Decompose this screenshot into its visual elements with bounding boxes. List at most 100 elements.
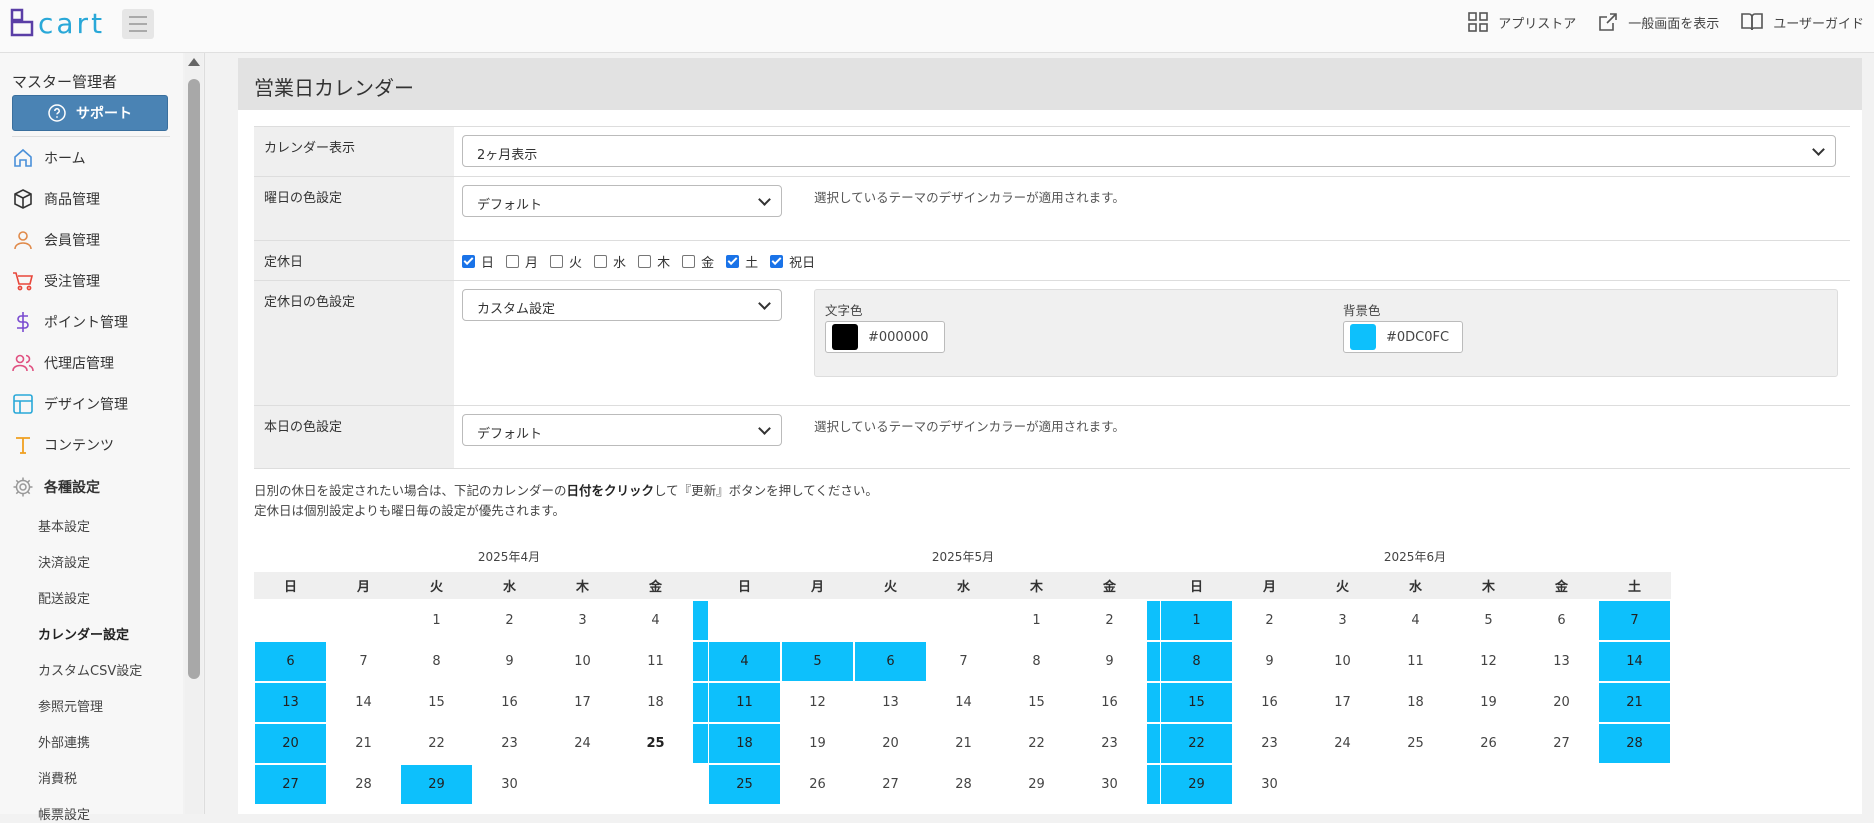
calendar-day[interactable]: 2 [1073,600,1146,641]
sidebar-subitem-calendar[interactable]: カレンダー設定 [38,624,129,643]
checkbox-monday[interactable]: 月 [506,252,538,271]
calendar-day[interactable]: 16 [1073,682,1146,723]
calendar-day[interactable]: 4 [619,600,692,641]
calendar-day[interactable]: 25 [619,723,692,764]
calendar-day[interactable]: 15 [1000,682,1073,723]
user-guide-link[interactable]: ユーザーガイド [1741,10,1864,34]
checkbox-sunday[interactable]: 日 [462,252,494,271]
calendar-day[interactable]: 1 [400,600,473,641]
calendar-day[interactable]: 1 [1000,600,1073,641]
calendar-day[interactable]: 30 [473,764,546,805]
closed-color-select[interactable]: カスタム設定 [462,289,782,321]
sidebar-item-orders[interactable]: 受注管理 [12,268,100,294]
calendar-day[interactable]: 23 [1073,723,1146,764]
calendar-day[interactable]: 2 [473,600,546,641]
calendar-day[interactable]: 7 [1598,600,1671,641]
calendar-day[interactable]: 16 [473,682,546,723]
calendar-day[interactable]: 19 [1452,682,1525,723]
calendar-day[interactable]: 11 [1379,641,1452,682]
calendar-day[interactable]: 14 [927,682,1000,723]
calendar-day[interactable]: 7 [327,641,400,682]
calendar-day[interactable]: 20 [254,723,327,764]
calendar-day[interactable]: 14 [1598,641,1671,682]
calendar-day[interactable]: 29 [1000,764,1073,805]
calendar-day[interactable]: 29 [1160,764,1233,805]
calendar-day[interactable]: 14 [327,682,400,723]
calendar-day[interactable]: 27 [254,764,327,805]
calendar-day[interactable]: 6 [254,641,327,682]
calendar-day[interactable]: 24 [546,723,619,764]
calendar-day[interactable]: 22 [400,723,473,764]
sidebar-subitem-payment[interactable]: 決済設定 [38,552,90,571]
calendar-day[interactable]: 11 [619,641,692,682]
calendar-day[interactable]: 25 [708,764,781,805]
sidebar-item-home[interactable]: ホーム [12,145,86,171]
calendar-day[interactable]: 21 [927,723,1000,764]
calendar-day[interactable]: 17 [1306,682,1379,723]
checkbox-box[interactable] [594,255,608,268]
calendar-day[interactable]: 16 [1233,682,1306,723]
calendar-day[interactable]: 26 [1452,723,1525,764]
calendar-day[interactable]: 23 [473,723,546,764]
calendar-day[interactable]: 27 [1525,723,1598,764]
calendar-day[interactable]: 8 [1000,641,1073,682]
calendar-day[interactable]: 5 [781,641,854,682]
sidebar-item-points[interactable]: ポイント管理 [12,309,128,335]
sidebar-subitem-shipping[interactable]: 配送設定 [38,588,90,607]
checkbox-tuesday[interactable]: 火 [550,252,582,271]
scrollbar-thumb[interactable] [188,79,200,679]
calendar-day[interactable]: 4 [1379,600,1452,641]
view-storefront-link[interactable]: 一般画面を表示 [1598,10,1719,34]
checkbox-box[interactable] [770,255,784,268]
app-store-link[interactable]: アプリストア [1468,10,1576,34]
checkbox-saturday[interactable]: 土 [726,252,758,271]
calendar-day[interactable]: 13 [854,682,927,723]
calendar-day[interactable]: 6 [854,641,927,682]
calendar-day[interactable]: 12 [781,682,854,723]
calendar-day[interactable]: 9 [1073,641,1146,682]
sidebar-item-agencies[interactable]: 代理店管理 [12,350,114,376]
sidebar-subitem-referrer[interactable]: 参照元管理 [38,696,103,715]
calendar-day[interactable]: 12 [1452,641,1525,682]
calendar-day[interactable]: 24 [1306,723,1379,764]
calendar-day[interactable]: 9 [1233,641,1306,682]
sidebar-scrollbar[interactable] [185,53,203,814]
checkbox-box[interactable] [462,255,475,268]
calendar-day[interactable]: 22 [1000,723,1073,764]
calendar-day[interactable]: 1 [1160,600,1233,641]
calendar-day[interactable]: 6 [1525,600,1598,641]
menu-toggle-button[interactable] [122,9,154,39]
sidebar-subitem-tax[interactable]: 消費税 [38,768,77,787]
today-color-select[interactable]: デフォルト [462,414,782,446]
bg-color-input[interactable]: #0DC0FC [1343,321,1463,353]
calendar-day[interactable]: 25 [1379,723,1452,764]
calendar-day[interactable]: 28 [1598,723,1671,764]
checkbox-thursday[interactable]: 木 [638,252,670,271]
calendar-day[interactable]: 27 [854,764,927,805]
calendar-day[interactable]: 30 [1073,764,1146,805]
bg-color-swatch[interactable] [1350,324,1376,350]
calendar-day[interactable]: 15 [1160,682,1233,723]
calendar-day[interactable]: 30 [1233,764,1306,805]
sidebar-item-settings[interactable]: 各種設定 [12,474,100,500]
checkbox-wednesday[interactable]: 水 [594,252,626,271]
checkbox-box[interactable] [638,255,652,268]
calendar-day[interactable]: 26 [781,764,854,805]
calendar-display-select[interactable]: 2ヶ月表示 [462,135,1836,167]
checkbox-holiday[interactable]: 祝日 [770,252,815,271]
sidebar-subitem-integration[interactable]: 外部連携 [38,732,90,751]
calendar-day[interactable]: 20 [854,723,927,764]
sidebar-item-members[interactable]: 会員管理 [12,227,100,253]
calendar-day[interactable]: 11 [708,682,781,723]
calendar-day[interactable]: 28 [327,764,400,805]
checkbox-box[interactable] [550,255,564,268]
sidebar-item-products[interactable]: 商品管理 [12,186,100,212]
sidebar-subitem-custom-csv[interactable]: カスタムCSV設定 [38,660,142,679]
checkbox-box[interactable] [726,255,740,268]
text-color-swatch[interactable] [832,324,858,350]
calendar-day[interactable]: 9 [473,641,546,682]
logo[interactable]: cart [10,7,105,40]
calendar-day[interactable]: 28 [927,764,1000,805]
calendar-day[interactable]: 7 [927,641,1000,682]
calendar-day[interactable]: 18 [1379,682,1452,723]
